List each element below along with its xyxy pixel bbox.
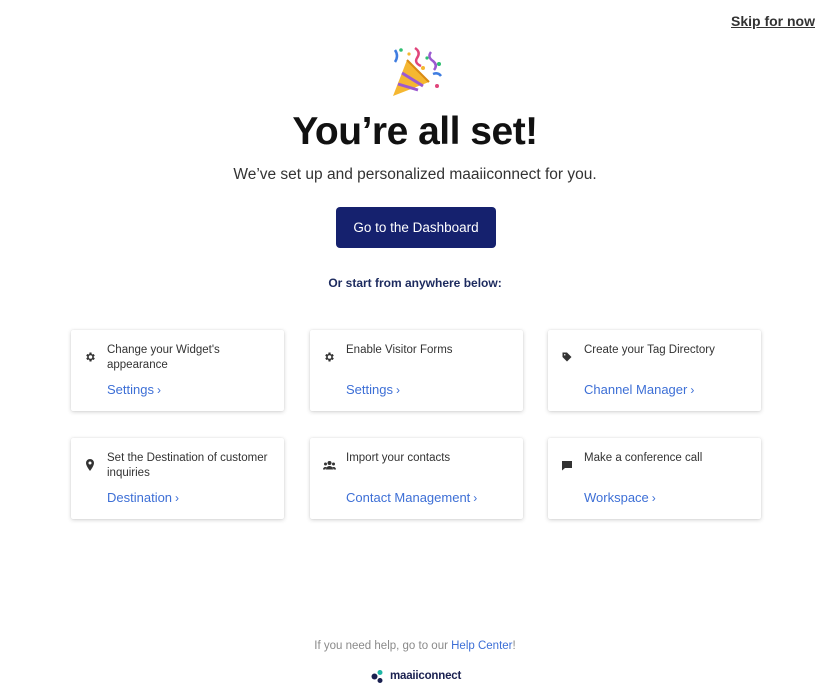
help-center-link[interactable]: Help Center	[451, 640, 512, 652]
chevron-right-icon: ›	[690, 383, 695, 397]
workspace-link[interactable]: Workspace ›	[584, 490, 656, 505]
brand-name: maaiiconnect	[390, 670, 462, 682]
card-import-contacts: Import your contacts Contact Management ›	[310, 438, 523, 519]
help-text: If you need help, go to our Help Center!	[314, 640, 516, 652]
card-title: Make a conference call	[584, 452, 703, 464]
gear-icon	[83, 350, 97, 364]
page-title: You’re all set!	[292, 110, 538, 153]
chevron-right-icon: ›	[156, 383, 161, 397]
location-pin-icon	[83, 458, 97, 472]
go-to-dashboard-button[interactable]: Go to the Dashboard	[336, 207, 496, 248]
card-widget-appearance: Change your Widget's appearance Settings…	[71, 330, 284, 411]
card-title: Enable Visitor Forms	[346, 344, 453, 356]
settings-link[interactable]: Settings ›	[346, 382, 400, 397]
card-title: Set the Destination of customer inquirie…	[107, 452, 268, 479]
card-title: Import your contacts	[346, 452, 451, 464]
card-title: Change your Widget's appearance	[107, 344, 220, 371]
chevron-right-icon: ›	[175, 491, 180, 505]
people-icon	[322, 458, 336, 472]
skip-for-now-link[interactable]: Skip for now	[731, 13, 815, 29]
brand-mark-icon	[371, 669, 383, 683]
chevron-right-icon: ›	[395, 383, 400, 397]
chevron-right-icon: ›	[473, 491, 478, 505]
settings-link[interactable]: Settings ›	[107, 382, 161, 397]
brand-logo: maaiiconnect	[370, 666, 461, 685]
card-tag-directory: Create your Tag Directory Channel Manage…	[548, 330, 761, 411]
channel-manager-link[interactable]: Channel Manager ›	[584, 382, 694, 397]
card-conference-call: Make a conference call Workspace ›	[548, 438, 761, 519]
onboarding-complete-page: Skip for now You’re all set! We’ve set u…	[0, 0, 830, 685]
party-popper-icon	[393, 46, 442, 96]
card-title: Create your Tag Directory	[584, 344, 715, 356]
contact-management-link[interactable]: Contact Management ›	[346, 490, 477, 505]
chat-bubble-icon	[560, 458, 574, 472]
destination-link[interactable]: Destination ›	[107, 490, 179, 505]
card-visitor-forms: Enable Visitor Forms Settings ›	[310, 330, 523, 411]
card-destination: Set the Destination of customer inquirie…	[71, 438, 284, 519]
chevron-right-icon: ›	[651, 491, 656, 505]
or-start-label: Or start from anywhere below:	[328, 276, 502, 290]
page-subtitle: We’ve set up and personalized maaiiconne…	[233, 166, 597, 183]
gear-icon	[322, 350, 336, 364]
tag-icon	[560, 350, 574, 364]
